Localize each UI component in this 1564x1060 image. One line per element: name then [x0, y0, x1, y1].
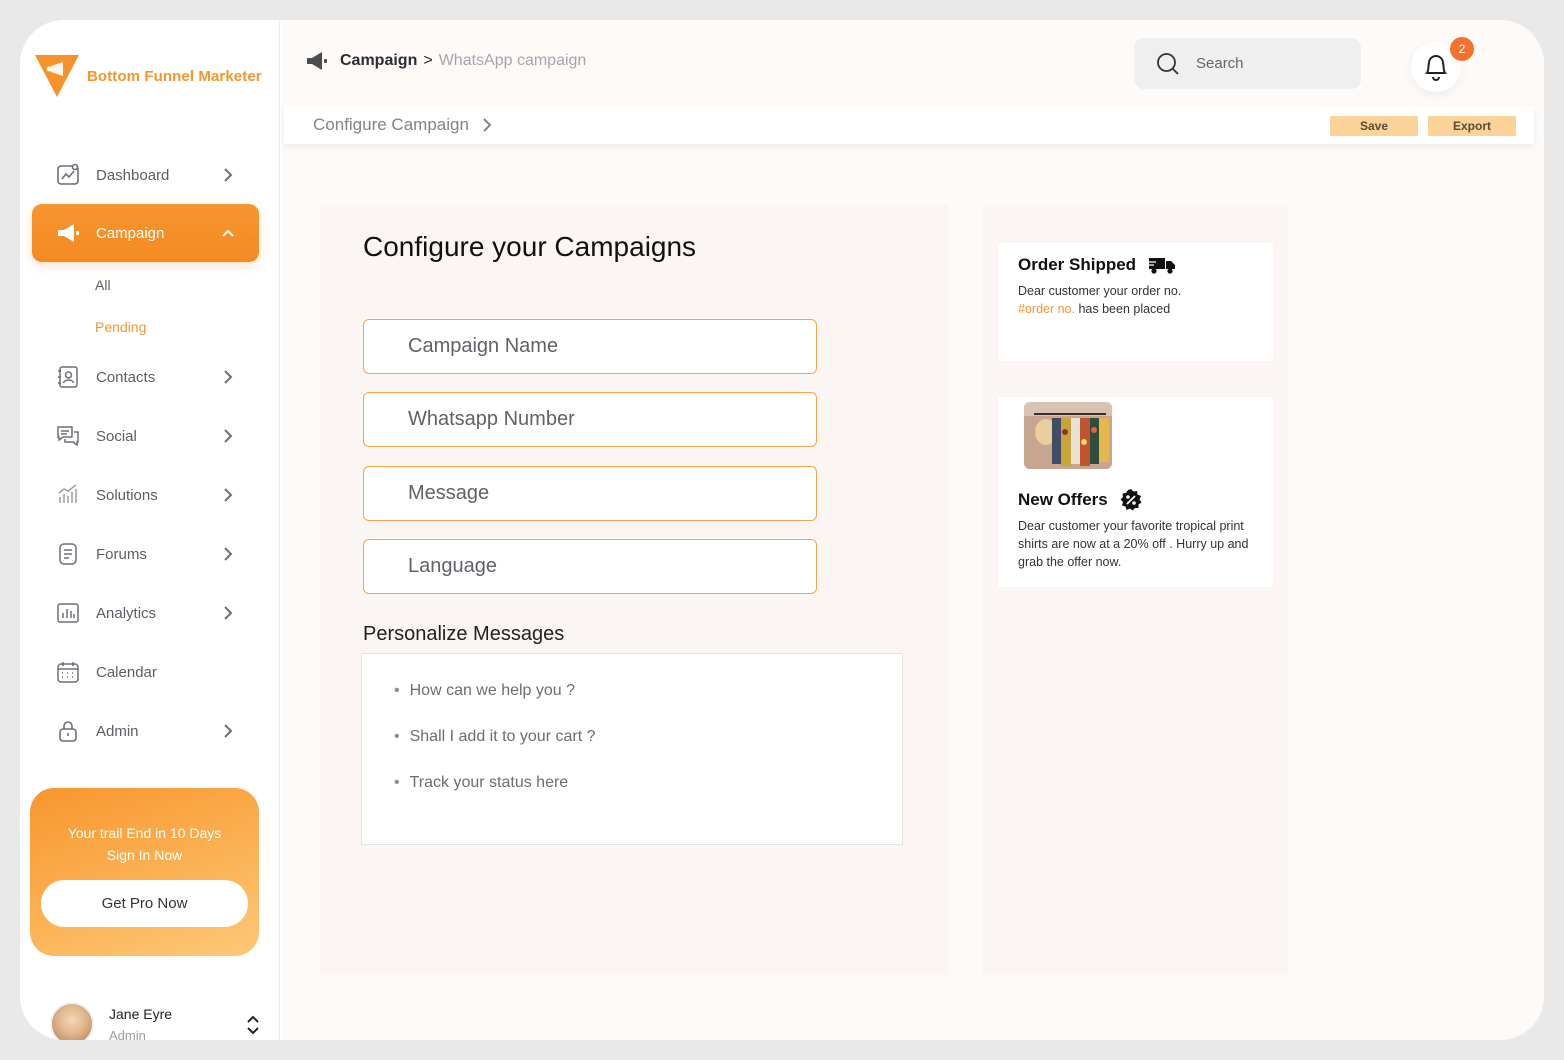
dashboard-chart-icon [56, 163, 80, 187]
sidebar-item-label: Calendar [96, 663, 157, 681]
top-bar: Campaign > WhatsApp campaign 2 [281, 20, 1544, 106]
configure-campaign-crumb[interactable]: Configure Campaign [313, 115, 491, 135]
sidebar-item-label: Campaign [96, 224, 165, 242]
personalize-message-item[interactable]: Shall I add it to your cart ? [394, 728, 596, 774]
chat-bubbles-icon [56, 424, 80, 448]
chevron-right-icon [224, 429, 233, 443]
personalize-message-item[interactable]: Track your status here [394, 774, 595, 820]
chevron-right-icon [224, 488, 233, 502]
user-role: Admin [109, 1028, 146, 1040]
breadcrumb: Campaign > WhatsApp campaign [306, 51, 586, 71]
configure-campaign-label: Configure Campaign [313, 115, 469, 134]
sidebar-nav: Dashboard Campaign All Pending Contacts [32, 150, 259, 756]
sidebar-item-label: Dashboard [96, 166, 170, 184]
sidebar-item-contacts[interactable]: Contacts [32, 352, 259, 402]
order-number-placeholder: #order no. [1018, 302, 1075, 316]
sidebar-item-label: Admin [96, 722, 139, 740]
sidebar: Bottom Funnel Marketer Dashboard Campaig… [20, 20, 280, 1040]
funnel-logo-icon [35, 55, 79, 97]
personalize-messages-list: How can we help you ? Shall I add it to … [394, 682, 596, 820]
megaphone-icon [56, 221, 80, 245]
chevron-right-icon [224, 370, 233, 384]
main-content: Campaign > WhatsApp campaign 2 Configure… [281, 20, 1544, 1040]
avatar [50, 1002, 94, 1040]
app-window: Bottom Funnel Marketer Dashboard Campaig… [20, 20, 1544, 1040]
chevron-right-icon [483, 118, 491, 132]
user-name: Jane Eyre [109, 1006, 173, 1022]
megaphone-icon [307, 52, 327, 70]
contacts-icon [56, 365, 80, 389]
message-preview-panel: Order Shipped Dear customer your order n… [982, 205, 1288, 975]
trial-card: Your trail End in 10 Days Sign In Now Ge… [30, 788, 259, 956]
sidebar-item-analytics[interactable]: Analytics [32, 588, 259, 638]
message-field[interactable] [363, 466, 817, 521]
search-input[interactable] [1196, 55, 1346, 72]
bell-icon [1425, 55, 1447, 81]
order-shipped-title-row: Order Shipped [1018, 255, 1176, 275]
sidebar-item-calendar[interactable]: Calendar [32, 647, 259, 697]
campaign-sub-pending[interactable]: Pending [32, 306, 259, 348]
breadcrumb-campaign[interactable]: Campaign [340, 52, 417, 70]
order-shipped-card: Order Shipped Dear customer your order n… [998, 243, 1273, 361]
analytics-icon [56, 601, 80, 625]
document-icon [56, 542, 80, 566]
order-text-end: has been placed [1074, 302, 1171, 316]
breadcrumb-separator: > [423, 52, 433, 69]
bar-chart-icon [56, 483, 80, 507]
personalize-message-item[interactable]: How can we help you ? [394, 682, 595, 728]
order-shipped-title: Order Shipped [1018, 255, 1137, 274]
sidebar-item-dashboard[interactable]: Dashboard [32, 150, 259, 200]
chevron-right-icon [224, 168, 233, 182]
chevron-right-icon [224, 606, 233, 620]
search-icon [1157, 52, 1179, 75]
discount-badge-icon [1120, 489, 1142, 511]
brand-logo[interactable]: Bottom Funnel Marketer [33, 52, 262, 100]
offer-product-image [1024, 402, 1112, 469]
new-offers-card: New Offers Dear customer your favorite t… [998, 397, 1273, 587]
page-title: Configure your Campaigns [363, 231, 697, 262]
delivery-truck-icon [1148, 258, 1176, 274]
chevron-right-icon [224, 547, 233, 561]
sidebar-item-forums[interactable]: Forums [32, 529, 259, 579]
language-field[interactable] [363, 539, 817, 594]
personalize-messages-box: How can we help you ? Shall I add it to … [361, 653, 903, 845]
sidebar-item-campaign[interactable]: Campaign [32, 204, 259, 262]
trial-message: Your trail End in 10 Days Sign In Now [30, 822, 259, 866]
export-button[interactable]: Export [1428, 116, 1516, 136]
new-offers-title: New Offers [1018, 490, 1108, 509]
sidebar-item-label: Solutions [96, 486, 158, 504]
sidebar-item-label: Social [96, 427, 137, 445]
chevron-up-icon [222, 229, 234, 237]
order-shipped-text: Dear customer your order no. #order no. … [1018, 282, 1258, 318]
campaign-sub-all[interactable]: All [32, 264, 259, 306]
new-offers-title-row: New Offers [1018, 489, 1142, 511]
user-profile[interactable]: Jane Eyre Admin [50, 1002, 259, 1040]
sidebar-item-solutions[interactable]: Solutions [32, 470, 259, 520]
action-bar: Configure Campaign Save Export [284, 106, 1534, 144]
notification-badge: 2 [1450, 37, 1474, 61]
save-button[interactable]: Save [1330, 116, 1418, 136]
new-offers-text: Dear customer your favorite tropical pri… [1018, 519, 1249, 569]
breadcrumb-whatsapp-campaign[interactable]: WhatsApp campaign [439, 52, 587, 70]
sidebar-item-label: Analytics [96, 604, 157, 622]
sidebar-item-social[interactable]: Social [32, 411, 259, 461]
trial-days-text: Your trail End in 10 Days [67, 825, 222, 841]
calendar-icon [56, 660, 80, 684]
search-box[interactable] [1134, 38, 1361, 89]
sidebar-item-label: Contacts [96, 368, 156, 386]
lock-icon [56, 719, 80, 743]
whatsapp-number-field[interactable] [363, 392, 817, 447]
personalize-messages-title: Personalize Messages [363, 623, 565, 645]
campaign-name-field[interactable] [363, 319, 817, 374]
order-text-start: Dear customer your order no. [1018, 284, 1182, 298]
get-pro-button[interactable]: Get Pro Now [41, 880, 248, 927]
sidebar-item-admin[interactable]: Admin [32, 706, 259, 756]
brand-name: Bottom Funnel Marketer [87, 67, 262, 85]
configure-form-panel: Configure your Campaigns Personalize Mes… [320, 205, 948, 975]
chevron-up-down-icon[interactable] [246, 1014, 260, 1036]
chevron-right-icon [224, 724, 233, 738]
sidebar-item-label: Forums [96, 545, 147, 563]
trial-signin-text[interactable]: Sign In Now [30, 844, 259, 866]
